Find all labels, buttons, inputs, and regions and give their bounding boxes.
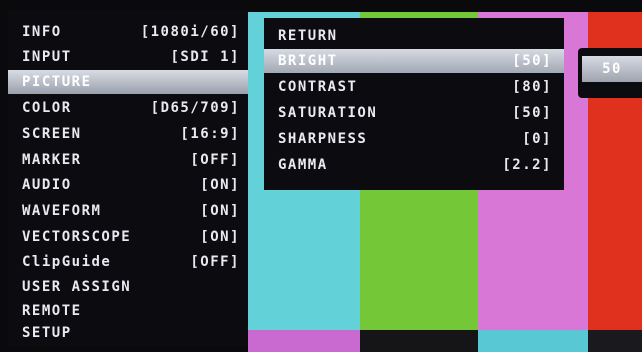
menu-item-label: ClipGuide	[22, 254, 112, 270]
submenu-item-label: SATURATION	[278, 105, 378, 121]
bright-value-editor: 50	[578, 48, 642, 98]
menu-item-waveform[interactable]: WAVEFORM [ON]	[8, 199, 248, 223]
submenu-item-label: BRIGHT	[278, 53, 338, 69]
menu-item-marker[interactable]: MARKER [OFF]	[8, 148, 248, 172]
menu-item-color[interactable]: COLOR [D65/709]	[8, 96, 248, 120]
menu-item-value: [D65/709]	[150, 100, 240, 116]
submenu-item-bright[interactable]: BRIGHT [50]	[264, 49, 564, 73]
menu-item-label: PICTURE	[22, 74, 92, 90]
submenu-item-gamma[interactable]: GAMMA [2.2]	[264, 153, 564, 177]
menu-item-label: USER ASSIGN	[22, 279, 132, 295]
menu-item-label: AUDIO	[22, 177, 72, 193]
submenu-item-contrast[interactable]: CONTRAST [80]	[264, 75, 564, 99]
menu-item-value: [1080i/60]	[140, 24, 240, 40]
menu-item-label: WAVEFORM	[22, 203, 102, 219]
bottom-strip-black	[360, 330, 478, 352]
menu-item-label: INFO	[22, 24, 62, 40]
bottom-strip-magenta	[248, 330, 360, 352]
submenu-item-label: CONTRAST	[278, 79, 358, 95]
menu-item-label: SETUP	[22, 325, 72, 341]
submenu-item-return[interactable]: RETURN	[264, 24, 564, 48]
submenu-item-sharpness[interactable]: SHARPNESS [0]	[264, 127, 564, 151]
submenu-item-value: [80]	[512, 79, 552, 95]
picture-submenu: RETURN BRIGHT [50] CONTRAST [80] SATURAT…	[264, 18, 564, 190]
menu-item-screen[interactable]: SCREEN [16:9]	[8, 122, 248, 146]
menu-item-value: [SDI 1]	[170, 49, 240, 65]
menu-item-label: MARKER	[22, 152, 82, 168]
menu-item-label: SCREEN	[22, 126, 82, 142]
submenu-item-value: [0]	[522, 131, 552, 147]
menu-item-label: VECTORSCOPE	[22, 229, 132, 245]
submenu-item-label: SHARPNESS	[278, 131, 368, 147]
menu-item-remote[interactable]: REMOTE	[8, 299, 248, 323]
menu-item-input[interactable]: INPUT [SDI 1]	[8, 45, 248, 69]
submenu-item-label: GAMMA	[278, 157, 328, 173]
submenu-item-label: RETURN	[278, 28, 338, 44]
bright-value-field[interactable]: 50	[582, 56, 642, 82]
menu-item-info[interactable]: INFO [1080i/60]	[8, 20, 248, 44]
menu-item-value: [ON]	[200, 177, 240, 193]
menu-item-value: [ON]	[200, 203, 240, 219]
menu-item-value: [OFF]	[190, 254, 240, 270]
menu-item-label: COLOR	[22, 100, 72, 116]
submenu-item-saturation[interactable]: SATURATION [50]	[264, 101, 564, 125]
menu-item-setup[interactable]: SETUP	[8, 321, 248, 345]
menu-item-value: [ON]	[200, 229, 240, 245]
bottom-strip-dark	[588, 330, 642, 352]
submenu-item-value: [50]	[512, 53, 552, 69]
menu-item-picture[interactable]: PICTURE	[8, 70, 248, 94]
menu-item-clipguide[interactable]: ClipGuide [OFF]	[8, 250, 248, 274]
menu-item-vectorscope[interactable]: VECTORSCOPE [ON]	[8, 225, 248, 249]
menu-item-label: INPUT	[22, 49, 72, 65]
menu-item-value: [OFF]	[190, 152, 240, 168]
menu-item-user-assign[interactable]: USER ASSIGN	[8, 275, 248, 299]
menu-item-audio[interactable]: AUDIO [ON]	[8, 173, 248, 197]
bottom-strip-cyan	[478, 330, 588, 352]
submenu-item-value: [50]	[512, 105, 552, 121]
submenu-item-value: [2.2]	[502, 157, 552, 173]
menu-item-label: REMOTE	[22, 303, 82, 319]
main-menu: INFO [1080i/60] INPUT [SDI 1] PICTURE CO…	[8, 10, 248, 346]
menu-item-value: [16:9]	[180, 126, 240, 142]
